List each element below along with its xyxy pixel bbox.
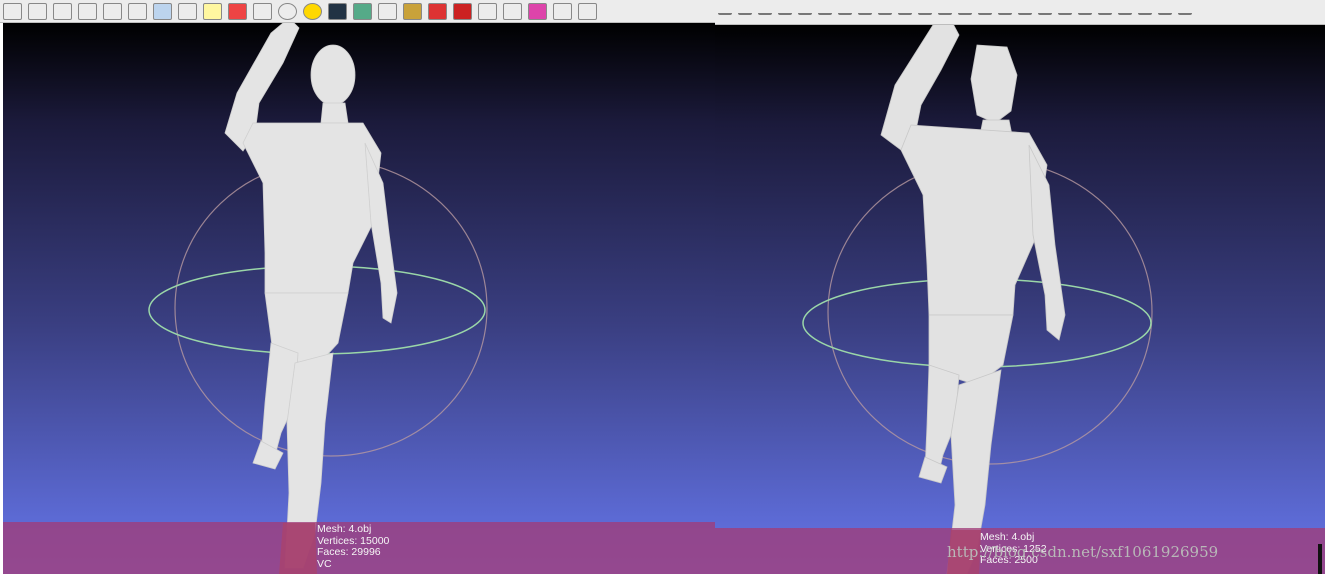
reference-icon[interactable] [1158, 10, 1172, 15]
mesh-name: Mesh: 4.obj [317, 523, 372, 535]
pick-icon[interactable] [578, 2, 597, 20]
reference-icon[interactable] [553, 2, 572, 20]
color-picker-icon[interactable] [528, 2, 547, 20]
mesh-name: Mesh: 4.obj [980, 531, 1035, 543]
axis-icon[interactable] [1018, 10, 1032, 15]
layer-icon[interactable] [53, 2, 72, 20]
viewport-left[interactable]: Mesh: 4.obj Vertices: 15000 Faces: 29996… [3, 23, 715, 574]
snapshot-icon[interactable] [978, 10, 992, 15]
paint-icon[interactable] [1058, 10, 1072, 15]
quality-icon[interactable] [1078, 10, 1092, 15]
toolbar-left [0, 0, 715, 23]
select-vertices-icon[interactable] [1118, 10, 1132, 15]
save-icon[interactable] [738, 10, 752, 15]
layer-icon[interactable] [758, 10, 772, 15]
face-count: Faces: 29996 [317, 546, 381, 558]
toolbar-right [715, 0, 1325, 25]
smooth-shading-icon[interactable] [153, 2, 172, 20]
points-icon[interactable] [78, 2, 97, 20]
human-mesh-lowpoly [880, 25, 1066, 574]
scene-right [802, 25, 1153, 574]
annotation-icon[interactable] [958, 10, 972, 15]
viewport-right[interactable]: Mesh: 4.obj Vertices: 1252 Faces: 2500 h… [715, 25, 1325, 574]
measure-icon[interactable] [403, 2, 422, 20]
pick-icon[interactable] [1178, 10, 1192, 15]
smooth-shading-icon[interactable] [838, 10, 852, 15]
scene-left [148, 23, 488, 574]
texture-icon[interactable] [858, 10, 872, 15]
paint-icon[interactable] [428, 2, 447, 20]
trackball-icon[interactable] [278, 2, 297, 20]
color-icon[interactable] [898, 10, 912, 15]
points-icon[interactable] [778, 10, 792, 15]
filter-icon[interactable] [998, 10, 1012, 15]
flat-shading-icon[interactable] [818, 10, 832, 15]
info-extra: VC [317, 557, 332, 570]
select-vertices-icon[interactable] [503, 2, 522, 20]
annotation-icon[interactable] [303, 2, 322, 20]
select-icon[interactable] [1098, 10, 1112, 15]
measure-icon[interactable] [1038, 10, 1052, 15]
texture-icon[interactable] [178, 2, 197, 20]
filter-icon[interactable] [353, 2, 372, 20]
light-icon[interactable] [878, 10, 892, 15]
color-icon[interactable] [228, 2, 247, 20]
human-mesh-smooth [224, 23, 398, 569]
watermark-text: http://blog.csdn.net/sxf1061926959 [947, 543, 1219, 561]
light-icon[interactable] [203, 2, 222, 20]
mesh-info-left: Mesh: 4.obj Vertices: 15000 Faces: 29996… [317, 523, 389, 570]
snapshot-icon[interactable] [328, 2, 347, 20]
wireframe-icon[interactable] [798, 10, 812, 15]
bounding-box-icon[interactable] [918, 10, 932, 15]
trackball-icon[interactable] [938, 10, 952, 15]
select-icon[interactable] [478, 2, 497, 20]
flat-shading-icon[interactable] [128, 2, 147, 20]
open-file-icon[interactable] [3, 2, 22, 20]
axis-icon[interactable] [378, 2, 397, 20]
color-picker-icon[interactable] [1138, 10, 1152, 15]
wireframe-icon[interactable] [103, 2, 122, 20]
quality-icon[interactable] [453, 2, 472, 20]
save-icon[interactable] [28, 2, 47, 20]
text-cursor [1318, 544, 1322, 574]
open-file-icon[interactable] [718, 10, 732, 15]
bounding-box-icon[interactable] [253, 2, 272, 20]
